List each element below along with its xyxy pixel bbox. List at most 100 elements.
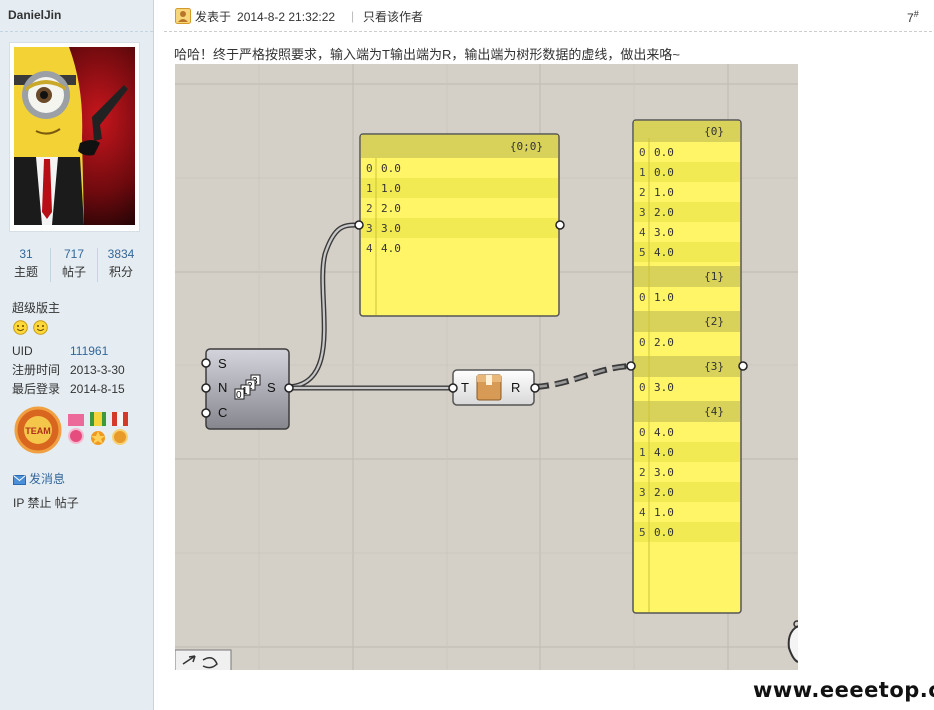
panel-2-row-index: 2: [639, 186, 646, 199]
panel-1-row-value: 4.0: [381, 242, 401, 255]
profile-value: 2013-3-30: [70, 363, 125, 377]
panel-1-row-index: 4: [366, 242, 373, 255]
series-input-c: C: [218, 405, 227, 420]
profile-row-registered: 注册时间 2013-3-30: [12, 363, 152, 382]
smiley-icon: [13, 320, 28, 335]
panel-1-row-value: 2.0: [381, 202, 401, 215]
author-stats: 31 主题 717 帖子 3834 积分: [0, 246, 153, 286]
stat-credits-value: 3834: [107, 247, 135, 261]
send-message-label: 发消息: [29, 472, 66, 486]
author-profile: UID 111961 注册时间 2013-3-30 最后登录 2014-8-15: [12, 344, 152, 401]
branch-path: {2}: [704, 315, 724, 328]
floor-value: 7: [907, 11, 914, 25]
stat-threads-label: 主题: [13, 265, 38, 279]
panel-2-row-index: 0: [639, 291, 646, 304]
envelope-icon: [13, 475, 26, 485]
profile-row-uid: UID 111961: [12, 344, 152, 363]
panel-2-row-value: 4.0: [654, 426, 674, 439]
canvas-navigator-icon[interactable]: [175, 649, 232, 670]
panel-2-row-index: 0: [639, 426, 646, 439]
floor-number[interactable]: 7#: [907, 9, 919, 25]
panel-2-row-value: 4.0: [654, 446, 674, 459]
branch-path: {0}: [704, 125, 724, 138]
profile-key: 注册时间: [12, 363, 61, 377]
team-medal-text: TEAM: [25, 426, 51, 436]
grasshopper-canvas-image: {0;0} 0 0.0 1 1.0 2 2.0 3 3.0 4 4.0 {0} 0 0.0 1 0.0 2 1…: [175, 64, 798, 670]
profile-value: 2014-8-15: [70, 382, 125, 396]
series-input-s: S: [218, 356, 227, 371]
branch-header: [634, 311, 740, 332]
medal-star-icon[interactable]: [90, 412, 106, 445]
profile-key: UID: [12, 344, 33, 358]
stat-posts-value: 717: [63, 247, 85, 261]
medal-ribbon-icon[interactable]: [68, 414, 84, 444]
panel-2-row-index: 2: [639, 466, 646, 479]
tree-component[interactable]: T R: [448, 369, 540, 406]
author-sidebar: DanielJin 31 主题 717 帖子 3834 积分 超级版主 UID …: [0, 0, 154, 710]
rank-stars: [13, 320, 50, 338]
header-separator: |: [351, 9, 355, 23]
stat-threads[interactable]: 31 主题: [3, 246, 49, 282]
panel-2-row-index: 0: [639, 336, 646, 349]
team-medal-icon[interactable]: TEAM: [14, 406, 62, 454]
panel-1-row-value: 0.0: [381, 162, 401, 175]
branch-path: {3}: [704, 360, 724, 373]
panel-2-row-index: 3: [639, 206, 646, 219]
wire-series-to-panel[interactable]: [287, 222, 360, 390]
only-author-link[interactable]: 只看该作者: [363, 8, 423, 25]
profile-uid-link[interactable]: 111961: [70, 344, 108, 359]
panel-2-row-value: 1.0: [654, 506, 674, 519]
panel-2-row-value: 2.0: [654, 336, 674, 349]
panel-2-row-value: 0.0: [654, 526, 674, 539]
stat-credits[interactable]: 3834 积分: [98, 246, 144, 282]
panel-2-row-index: 4: [639, 226, 646, 239]
panel-2-row-value: 2.0: [654, 206, 674, 219]
panel-2-row-value: 3.0: [654, 381, 674, 394]
panel-2-row-value: 0.0: [654, 166, 674, 179]
series-output-s: S: [267, 380, 276, 395]
posted-time: 2014-8-2 21:32:22: [237, 10, 336, 24]
panel-2-row-index: 0: [639, 381, 646, 394]
medal-cross-icon[interactable]: [112, 412, 128, 445]
stat-posts[interactable]: 717 帖子: [51, 246, 97, 282]
panel-2-row-value: 3.0: [654, 466, 674, 479]
grasshopper-canvas: {0;0} 0 0.01 1.02 2.03 3.04 4.0 {0}0 0.01 0.02 1…: [175, 64, 798, 670]
tree-input-t: T: [461, 380, 469, 395]
box-icon: [476, 374, 502, 401]
admin-links[interactable]: IP 禁止 帖子: [13, 494, 79, 511]
panel-2-row-value: 0.0: [654, 146, 674, 159]
sidebar-divider: [0, 31, 153, 32]
floor-mark: #: [913, 9, 919, 19]
avatar[interactable]: [9, 42, 140, 232]
branch-header: [634, 121, 740, 142]
panel-1-input-grip: [354, 220, 364, 230]
post-body-text: 哈哈！终于严格按照要求，输入端为T输出端为R，输出端为树形数据的虚线，做出来咯~: [174, 47, 680, 62]
panel-2-output-grip: [738, 361, 748, 371]
stat-credits-label: 积分: [108, 265, 133, 279]
branch-header: [634, 356, 740, 377]
avatar-image: [14, 47, 135, 225]
panel-2-row-value: 2.0: [654, 486, 674, 499]
tree-output-r: R: [511, 380, 520, 395]
panel-2[interactable]: {0} 0 0.0 1 0.0 2 1.0 3 2.0 4 3.0 5 4.0 {1} 0 1.0 {2} 0 2.…: [626, 119, 748, 614]
panel-1[interactable]: {0;0} 0 0.0 1 1.0 2 2.0 3 3.0 4 4.0: [354, 133, 565, 317]
series-component[interactable]: S N C S 3 2 1 0: [201, 348, 294, 430]
stat-threads-value: 31: [19, 247, 33, 261]
wire-tree-dashed[interactable]: [534, 363, 631, 390]
author-rank[interactable]: 超级版主: [12, 299, 60, 316]
panel-2-row-value: 4.0: [654, 246, 674, 259]
panel-2-row-index: 3: [639, 486, 646, 499]
panel-2-row-value: 1.0: [654, 186, 674, 199]
series-input-n: N: [218, 380, 227, 395]
panel-2-row-index: 4: [639, 506, 646, 519]
profile-row-last-login: 最后登录 2014-8-15: [12, 382, 152, 401]
panel-1-output-grip: [555, 220, 565, 230]
panel-1-row-value: 3.0: [381, 222, 401, 235]
svg-text:0: 0: [236, 390, 242, 401]
panel-1-path: {0;0}: [510, 140, 543, 153]
panel-2-input-grip: [626, 361, 636, 371]
posted-label: 发表于: [195, 10, 232, 24]
author-username[interactable]: DanielJin: [8, 8, 61, 22]
send-message-link[interactable]: 发消息: [13, 470, 65, 487]
branch-path: {4}: [704, 405, 724, 418]
